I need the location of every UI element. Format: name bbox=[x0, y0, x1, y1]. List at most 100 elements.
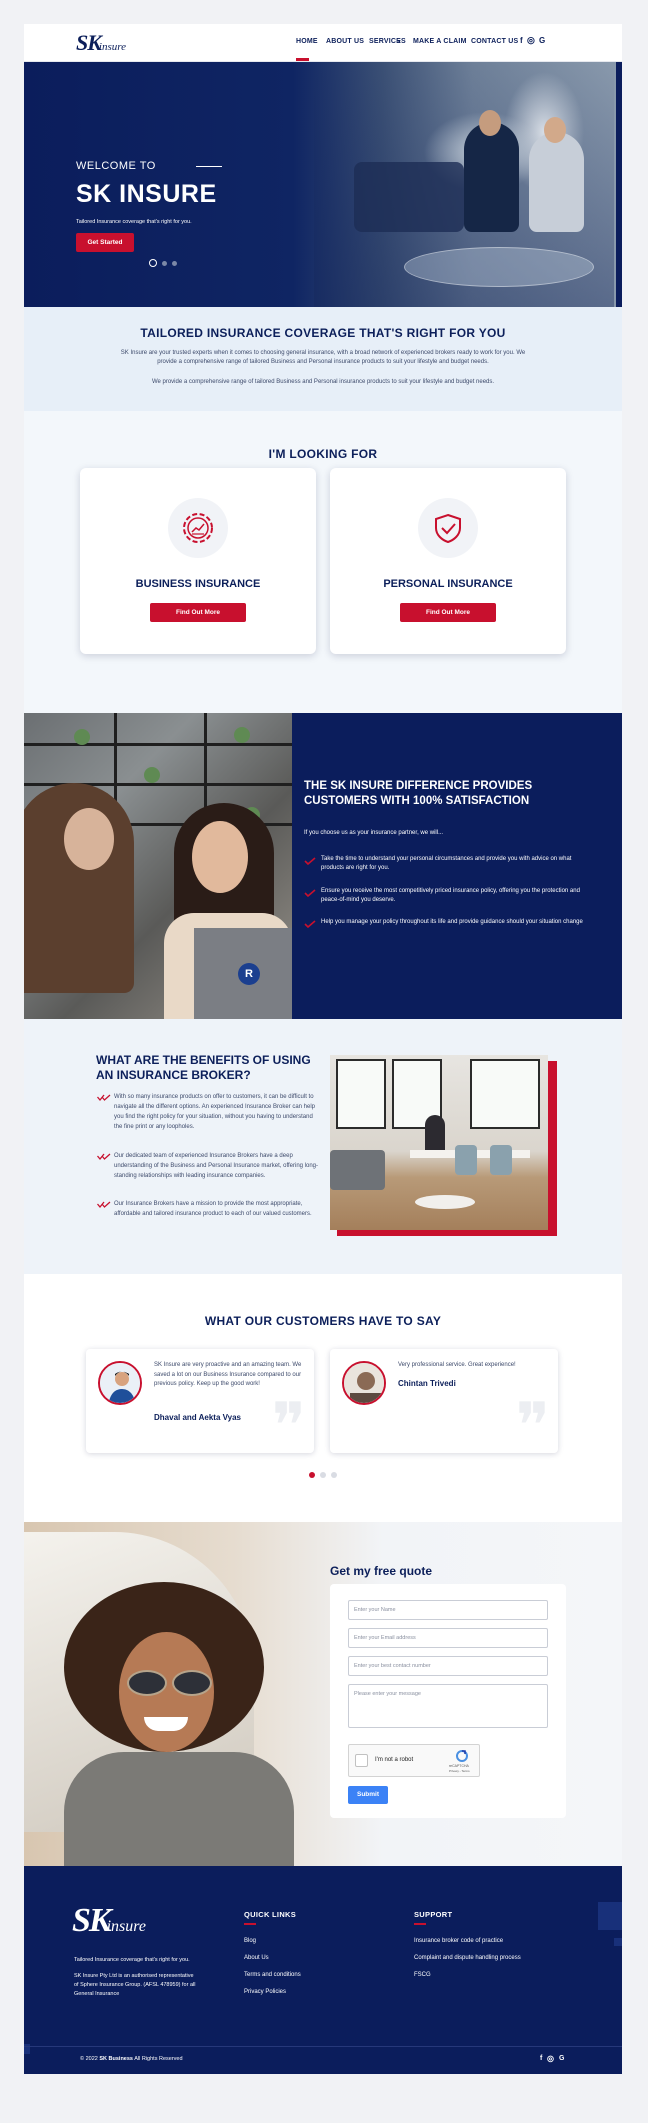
carousel-dot[interactable] bbox=[320, 1472, 326, 1478]
intro-title: TAILORED INSURANCE COVERAGE THAT'S RIGHT… bbox=[140, 326, 506, 340]
site-footer: SKinsure Tailored Insurance coverage tha… bbox=[24, 1866, 622, 2074]
photo-plant bbox=[74, 729, 90, 745]
check-icon bbox=[304, 889, 316, 897]
page: SKinsure HOME ABOUT US SERVICES ▾ MAKE A… bbox=[24, 24, 622, 2074]
hero-edge bbox=[616, 62, 622, 307]
footer-logo[interactable]: SKinsure bbox=[72, 1902, 146, 1940]
photo-shelf bbox=[24, 743, 292, 746]
footer-legal: SK Insure Pty Ltd is an authorised repre… bbox=[74, 1973, 194, 1979]
message-textarea[interactable]: Please enter your message bbox=[348, 1684, 548, 1728]
hero-subtitle: Tailored Insurance coverage that's right… bbox=[76, 219, 192, 225]
photo-chair bbox=[490, 1145, 512, 1175]
recaptcha-terms[interactable]: Privacy - Terms bbox=[449, 1769, 470, 1773]
instagram-icon[interactable]: ◎ bbox=[527, 35, 535, 46]
hero-photo-person bbox=[529, 132, 584, 232]
footer-divider bbox=[24, 2046, 622, 2047]
recaptcha-widget: I'm not a robot reCAPTCHA Privacy - Term… bbox=[348, 1744, 480, 1777]
footer-link-fscg[interactable]: FSCG bbox=[414, 1972, 431, 1978]
personal-insurance-card[interactable]: PERSONAL INSURANCE Find Out More bbox=[330, 468, 566, 654]
copyright-year: © 2022 bbox=[80, 2056, 98, 2062]
benefits-section: WHAT ARE THE BENEFITS OF USING AN INSURA… bbox=[24, 1019, 622, 1274]
double-check-icon bbox=[97, 1201, 111, 1209]
nav-make-claim[interactable]: MAKE A CLAIM bbox=[413, 38, 467, 45]
photo-sunglasses bbox=[172, 1670, 212, 1696]
photo-person-face bbox=[64, 808, 114, 870]
footer-link-code-of-practice[interactable]: Insurance broker code of practice bbox=[414, 1938, 503, 1944]
email-input[interactable]: Enter your Email address bbox=[348, 1628, 548, 1648]
benefit-item: Our Insurance Brokers have a mission to … bbox=[114, 1201, 312, 1217]
hero-welcome: WELCOME TO bbox=[76, 160, 156, 172]
heading-underline bbox=[414, 1923, 426, 1925]
hero-photo-table bbox=[404, 247, 594, 287]
testimonial-card: SK Insure are very proactive and an amaz… bbox=[86, 1349, 314, 1459]
copyright-text: All Rights Reserved bbox=[134, 2056, 183, 2062]
recaptcha-icon bbox=[456, 1750, 468, 1762]
phone-input[interactable]: Enter your best contact number bbox=[348, 1656, 548, 1676]
footer-link-about[interactable]: About Us bbox=[244, 1955, 269, 1961]
footer-logo-main: SK bbox=[72, 1902, 112, 1939]
carousel-dot[interactable] bbox=[149, 259, 157, 267]
copyright-brand: SK Business bbox=[99, 2056, 133, 2062]
facebook-icon[interactable]: f bbox=[520, 36, 523, 45]
hero-photo-person bbox=[464, 122, 519, 232]
quote-section: Get my free quote Enter your Name Enter … bbox=[24, 1522, 622, 1866]
footer-legal: General Insurance bbox=[74, 1991, 120, 1997]
laptop-logo-icon: R bbox=[238, 963, 260, 985]
photo-coffee-table bbox=[415, 1195, 475, 1209]
testimonials-title: WHAT OUR CUSTOMERS HAVE TO SAY bbox=[204, 1314, 442, 1328]
chevron-down-icon[interactable]: ▾ bbox=[398, 39, 401, 45]
carousel-dot[interactable] bbox=[331, 1472, 337, 1478]
photo-window bbox=[470, 1059, 540, 1129]
photo-plant bbox=[234, 727, 250, 743]
instagram-icon[interactable]: ◎ bbox=[547, 2054, 554, 2063]
hero-banner: WELCOME TO SK INSURE Tailored Insurance … bbox=[24, 62, 622, 307]
shield-check-icon bbox=[418, 498, 478, 558]
carousel-dot[interactable] bbox=[172, 260, 177, 266]
recaptcha-checkbox[interactable] bbox=[355, 1754, 368, 1767]
intro-paragraph-line: provide a comprehensive range of tailore… bbox=[157, 359, 489, 365]
avatar bbox=[98, 1361, 142, 1405]
footer-decoration bbox=[598, 1902, 622, 1930]
quote-form: Enter your Name Enter your Email address… bbox=[330, 1584, 566, 1818]
hero-photo-person-head bbox=[479, 110, 501, 136]
quick-links-title: QUICK LINKS bbox=[244, 1910, 297, 1919]
footer-link-privacy[interactable]: Privacy Policies bbox=[244, 1989, 286, 1995]
testimonial-carousel-dots bbox=[309, 1472, 337, 1478]
testimonial-card: Very professional service. Great experie… bbox=[330, 1349, 558, 1459]
card-title: PERSONAL INSURANCE bbox=[383, 578, 513, 590]
heading-underline bbox=[244, 1923, 256, 1925]
recaptcha-label: I'm not a robot bbox=[375, 1757, 414, 1763]
nav-home[interactable]: HOME bbox=[296, 38, 318, 45]
looking-for-section: I'M LOOKING FOR BUSINESS INSURANCE Find … bbox=[24, 411, 622, 713]
check-icon bbox=[304, 857, 316, 865]
benefit-item: With so many insurance products on offer… bbox=[114, 1094, 316, 1130]
name-input[interactable]: Enter your Name bbox=[348, 1600, 548, 1620]
carousel-dot[interactable] bbox=[309, 1472, 315, 1478]
support-title: SUPPORT bbox=[414, 1910, 453, 1919]
photo-plant bbox=[144, 767, 160, 783]
footer-logo-sub: insure bbox=[106, 1918, 146, 1935]
nav-about[interactable]: ABOUT US bbox=[326, 38, 364, 45]
nav-active-indicator bbox=[296, 58, 309, 61]
carousel-dot[interactable] bbox=[162, 260, 167, 266]
business-insurance-card[interactable]: BUSINESS INSURANCE Find Out More bbox=[80, 468, 316, 654]
hero-divider bbox=[196, 166, 222, 167]
google-icon[interactable]: G bbox=[559, 2055, 564, 2062]
facebook-icon[interactable]: f bbox=[540, 2055, 542, 2062]
logo[interactable]: SKinsure bbox=[76, 30, 126, 56]
avatar bbox=[342, 1361, 386, 1405]
difference-lead: If you choose us as your insurance partn… bbox=[304, 830, 444, 836]
submit-button[interactable]: Submit bbox=[348, 1786, 388, 1804]
photo-sofa bbox=[330, 1150, 385, 1190]
find-out-more-button[interactable]: Find Out More bbox=[150, 603, 246, 622]
testimonial-author: Dhaval and Aekta Vyas bbox=[154, 1413, 242, 1422]
get-started-button[interactable]: Get Started bbox=[76, 233, 134, 252]
footer-link-complaints[interactable]: Complaint and dispute handling process bbox=[414, 1955, 521, 1961]
footer-link-blog[interactable]: Blog bbox=[244, 1938, 256, 1944]
find-out-more-button[interactable]: Find Out More bbox=[400, 603, 496, 622]
google-icon[interactable]: G bbox=[539, 36, 545, 45]
photo-person-face bbox=[192, 821, 248, 893]
nav-contact[interactable]: CONTACT US bbox=[471, 38, 518, 45]
footer-link-terms[interactable]: Terms and conditions bbox=[244, 1972, 301, 1978]
logo-main: SK bbox=[76, 30, 102, 55]
